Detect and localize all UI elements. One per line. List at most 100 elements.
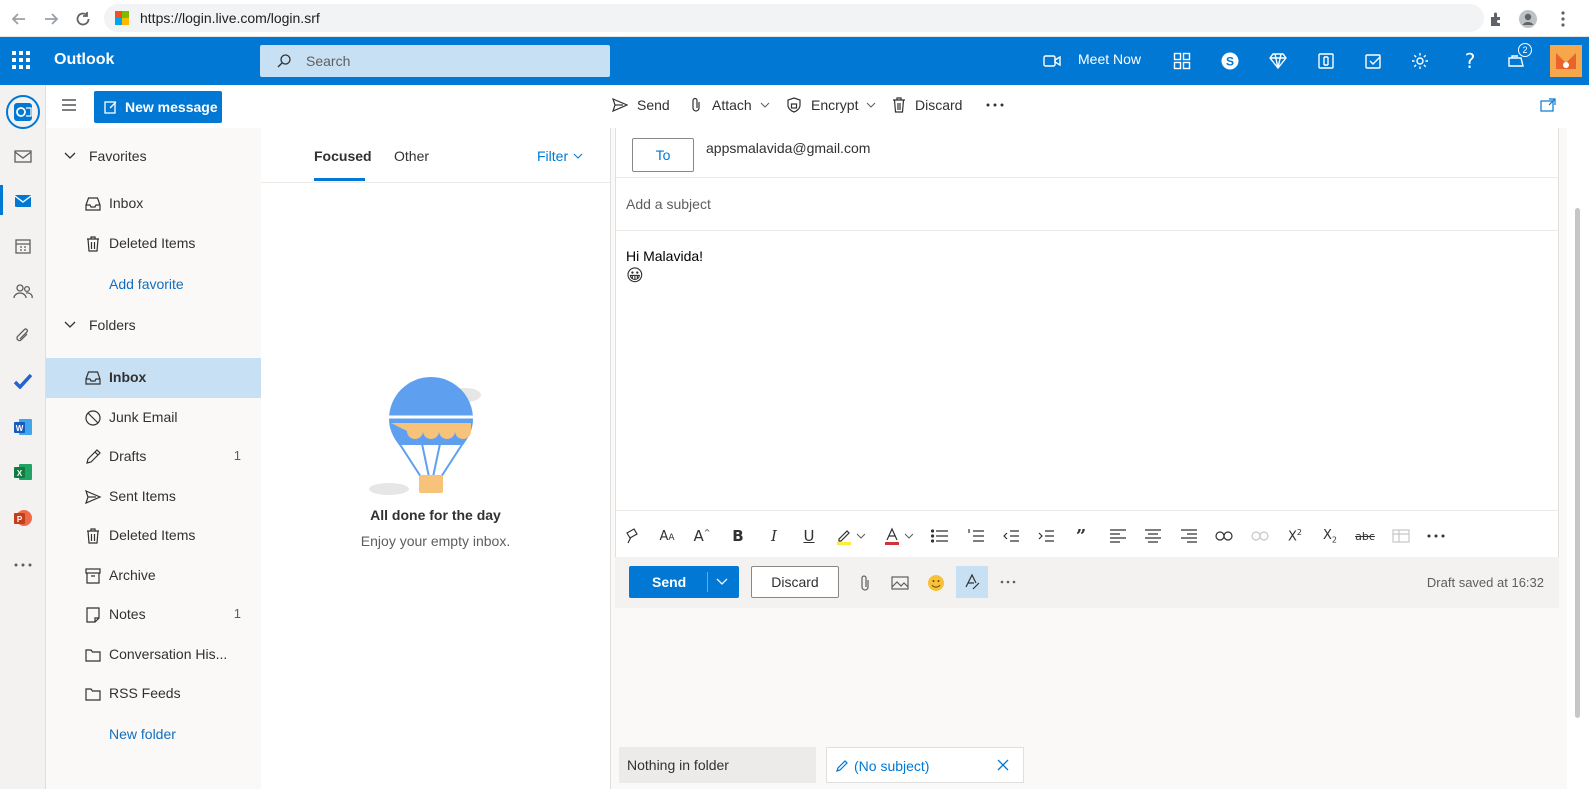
calendar-icon[interactable] [11,234,35,258]
my-day-icon[interactable] [1170,49,1194,73]
word-icon[interactable]: W [11,415,35,439]
folder-item-conversation-history[interactable]: Conversation His... [46,635,261,675]
more-commands-icon[interactable] [986,103,1004,107]
todo-check-icon[interactable] [11,369,35,393]
increase-indent-icon[interactable] [1034,524,1058,548]
powerpoint-icon[interactable]: P [11,506,35,530]
new-message-button[interactable]: New message [94,91,222,123]
folder-status-tab[interactable]: Nothing in folder [619,747,816,783]
bullets-icon[interactable] [928,524,952,548]
avatar[interactable] [1550,45,1582,77]
align-left-icon[interactable] [1106,524,1130,548]
decrease-indent-icon[interactable] [999,524,1023,548]
attach-command[interactable]: Attach [689,97,770,113]
browser-menu-icon[interactable] [1552,8,1574,30]
highlight-icon[interactable] [832,524,856,548]
encrypt-command[interactable]: Encrypt [786,97,876,113]
extensions-icon[interactable] [1486,8,1508,30]
chevron-down-icon[interactable] [902,524,916,548]
tab-other[interactable]: Other [394,148,429,164]
excel-icon[interactable]: X [11,460,35,484]
back-arrow-icon[interactable] [8,8,30,30]
numbering-icon[interactable] [964,524,988,548]
skype-icon[interactable]: S [1218,49,1242,73]
draft-tab[interactable]: (No subject) [826,747,1024,783]
folder-item-archive[interactable]: Archive [46,556,261,596]
meet-now-button[interactable]: Meet Now [1078,51,1141,67]
folder-item-notes[interactable]: Notes 1 [46,595,261,635]
send-button[interactable]: Send [629,566,739,598]
more-apps-icon[interactable] [11,553,35,577]
scrollbar-thumb[interactable] [1575,208,1580,718]
reload-icon[interactable] [72,8,94,30]
help-icon[interactable]: ? [1458,49,1482,73]
quote-icon[interactable]: ” [1069,524,1093,548]
message-body-editor[interactable]: Hi Malavida! 😀 [626,248,1546,508]
paperclip-icon [692,97,700,112]
folder-item-inbox[interactable]: Inbox [46,358,261,398]
folders-header[interactable]: Folders [64,317,136,333]
emoji-icon[interactable] [927,574,945,592]
filter-button[interactable]: Filter [537,148,583,164]
tab-focused[interactable]: Focused [314,148,372,164]
formatting-toggle-icon[interactable] [956,566,988,598]
meet-now-icon[interactable] [1040,49,1064,73]
folder-item-drafts[interactable]: Drafts 1 [46,437,261,477]
font-size-icon[interactable]: A^ [690,524,714,548]
folder-item-deleted-items[interactable]: Deleted Items [46,516,261,556]
format-painter-icon[interactable] [621,524,645,548]
align-center-icon[interactable] [1141,524,1165,548]
more-options-icon[interactable] [1000,580,1016,584]
compose-note-icon[interactable] [1362,49,1386,73]
favorite-item-inbox[interactable]: Inbox [46,184,261,224]
search-input[interactable]: Search [260,45,610,77]
link-icon[interactable] [1212,524,1236,548]
premium-diamond-icon[interactable] [1266,49,1290,73]
people-icon[interactable] [11,279,35,303]
subject-input[interactable]: Add a subject [626,196,711,212]
favorites-header[interactable]: Favorites [64,148,147,164]
address-bar[interactable]: https://login.live.com/login.srf [104,4,1484,32]
mail-outline-icon[interactable] [11,144,35,168]
scrollbar[interactable] [1567,128,1589,789]
subscript-icon[interactable]: X2 [1318,524,1342,548]
settings-gear-icon[interactable] [1408,49,1432,73]
font-color-icon[interactable] [880,524,904,548]
outlook-app-icon[interactable] [6,95,40,129]
bold-icon[interactable]: B [726,524,750,548]
italic-icon[interactable]: I [762,524,786,548]
insert-picture-icon[interactable] [891,575,909,591]
chevron-down-icon[interactable] [854,524,868,548]
underline-icon[interactable]: U [797,524,821,548]
to-button[interactable]: To [632,138,694,172]
more-formatting-icon[interactable] [1424,524,1448,548]
profile-icon[interactable] [1517,8,1539,30]
folder-item-junk-email[interactable]: Junk Email [46,398,261,438]
forward-arrow-icon[interactable] [40,8,62,30]
attachments-icon[interactable] [11,324,35,348]
mail-icon[interactable] [11,189,35,213]
paperclip-icon[interactable] [858,574,872,592]
discard-button[interactable]: Discard [751,566,839,598]
office-icon[interactable] [1314,49,1338,73]
favorite-item-deleted-items[interactable]: Deleted Items [46,224,261,264]
folder-item-label: Junk Email [109,409,178,425]
notifications-icon[interactable]: 2 [1504,43,1532,73]
close-icon[interactable] [997,759,1009,771]
add-favorite-link[interactable]: Add favorite [109,276,184,292]
chevron-down-icon[interactable] [716,578,728,585]
new-folder-link[interactable]: New folder [109,726,176,742]
folder-item-sent-items[interactable]: Sent Items [46,477,261,517]
hamburger-menu-icon[interactable] [60,97,78,113]
align-right-icon[interactable] [1177,524,1201,548]
font-icon[interactable]: AA [655,524,679,548]
pop-out-icon[interactable] [1540,98,1556,112]
strikethrough-icon[interactable]: abc [1353,524,1377,548]
send-command[interactable]: Send [612,97,670,113]
app-launcher-icon[interactable] [10,49,34,73]
to-recipient[interactable]: appsmalavida@gmail.com [706,140,870,156]
folder-item-rss-feeds[interactable]: RSS Feeds [46,674,261,714]
discard-command[interactable]: Discard [892,97,962,113]
app-title[interactable]: Outlook [54,51,114,69]
superscript-icon[interactable]: X2 [1283,524,1307,548]
